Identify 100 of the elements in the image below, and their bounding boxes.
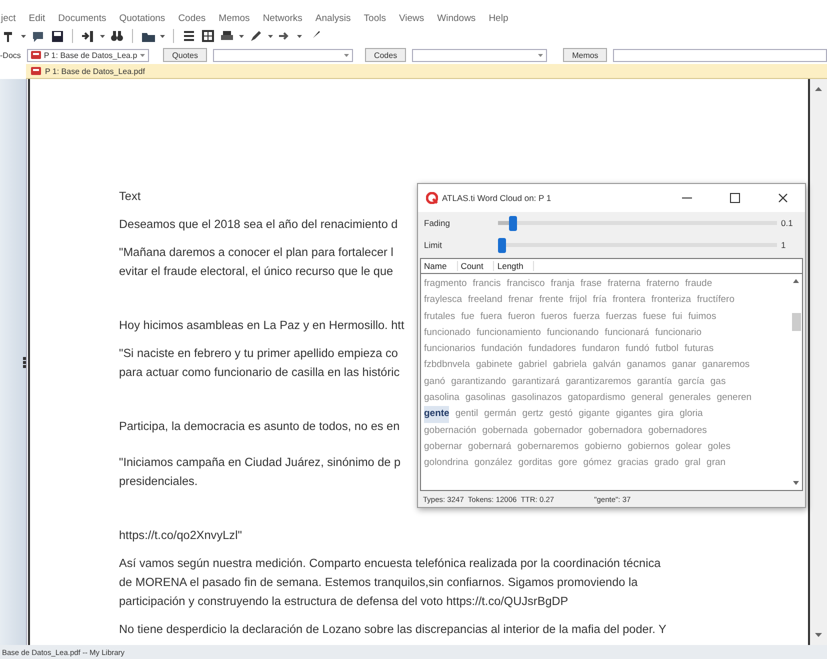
codes-button[interactable]: Codes (364, 48, 406, 62)
word[interactable]: funcionario (655, 324, 702, 342)
word[interactable]: funcionamiento (476, 324, 541, 342)
word[interactable]: gobernada (482, 422, 528, 439)
word[interactable]: fuerza (573, 308, 600, 325)
word[interactable]: gigante (578, 406, 610, 423)
word[interactable]: grado (654, 455, 679, 472)
word[interactable]: fuimos (688, 308, 716, 325)
maximize-icon[interactable] (730, 193, 740, 203)
word[interactable]: funcionado (424, 324, 470, 342)
menu-item[interactable]: Analysis (314, 13, 352, 24)
word[interactable]: fundación (481, 341, 522, 358)
word[interactable]: fue (461, 308, 474, 325)
word[interactable]: ganó (424, 374, 446, 390)
word[interactable]: fundadores (528, 341, 576, 358)
word[interactable]: golondrina (424, 455, 468, 472)
memos-field[interactable] (613, 48, 827, 62)
word[interactable]: fueros (540, 308, 568, 325)
word[interactable]: frijol (569, 292, 587, 309)
word[interactable]: fzbdbnvela (424, 357, 470, 374)
sort-column[interactable]: Length (494, 261, 534, 271)
word[interactable]: gobernación (424, 422, 476, 439)
menu-item[interactable]: Networks (262, 13, 304, 24)
word[interactable]: gobernaremos (517, 438, 579, 456)
word[interactable]: gran (706, 455, 726, 472)
word[interactable]: frase (580, 276, 602, 292)
caret-icon[interactable] (160, 34, 165, 38)
sort-column[interactable]: Name (421, 261, 458, 271)
document-combo[interactable]: P 1: Base de Datos_Lea.p (26, 48, 150, 62)
scroll-up-icon[interactable] (793, 279, 799, 283)
word[interactable]: germán (484, 406, 516, 423)
word[interactable]: gigantes (616, 406, 652, 423)
quotes-button[interactable]: Quotes (163, 48, 207, 62)
word[interactable]: garantizaremos (566, 374, 632, 390)
word[interactable]: gorditas (518, 455, 552, 472)
scroll-down-icon[interactable] (793, 481, 799, 485)
word[interactable]: frontera (612, 292, 646, 309)
word[interactable]: garantizando (451, 374, 506, 390)
word[interactable]: gobierno (584, 438, 622, 456)
word[interactable]: gobernará (468, 438, 512, 456)
word[interactable]: fructífero (697, 292, 734, 309)
menu-item[interactable]: Help (488, 13, 510, 24)
grid-icon[interactable] (201, 29, 215, 43)
word[interactable]: francisco (506, 276, 545, 292)
word[interactable]: gira (658, 406, 674, 423)
word[interactable]: gasolinazos (512, 390, 562, 406)
document-tab[interactable]: P 1: Base de Datos_Lea.pdf (45, 66, 145, 76)
word[interactable]: gloria (680, 406, 703, 423)
word[interactable]: ganamos (626, 357, 666, 374)
word[interactable]: generen (716, 390, 752, 406)
word[interactable]: fuera (480, 308, 502, 325)
word[interactable]: ganar (672, 357, 696, 374)
speech-bubble-icon[interactable] (31, 29, 45, 43)
word[interactable]: gasolinas (465, 390, 506, 406)
menu-item[interactable]: Edit (28, 13, 46, 24)
word[interactable]: fragmento (424, 276, 467, 292)
word[interactable]: gobernadora (588, 422, 642, 439)
menu-item[interactable]: Windows (436, 13, 477, 24)
menu-item[interactable]: ject (0, 13, 17, 24)
slider-thumb[interactable] (508, 216, 517, 230)
save-icon[interactable] (50, 29, 64, 43)
caret-icon[interactable] (297, 34, 302, 38)
word[interactable]: general (631, 390, 663, 406)
slider-thumb[interactable] (498, 238, 506, 252)
binoculars-icon[interactable] (110, 29, 124, 43)
menu-item[interactable]: Memos (218, 13, 251, 24)
word[interactable]: galván (592, 357, 621, 374)
word[interactable]: gobernador (534, 422, 582, 439)
scroll-thumb[interactable] (792, 313, 800, 331)
word[interactable]: fronteriza (651, 292, 691, 309)
word[interactable]: fría (592, 292, 607, 309)
memos-button[interactable]: Memos (563, 48, 608, 62)
word[interactable]: fueron (508, 308, 535, 325)
word[interactable]: gente (424, 406, 450, 423)
word[interactable]: garcía (678, 374, 704, 390)
word[interactable]: frenar (508, 292, 534, 309)
word[interactable]: gobernadores (648, 422, 707, 439)
word[interactable]: gobernar (424, 438, 462, 456)
word[interactable]: gral (684, 455, 701, 472)
word[interactable]: gracias (618, 455, 648, 472)
menu-item[interactable]: Views (398, 13, 426, 24)
menu-item[interactable]: Documents (57, 13, 108, 24)
word[interactable]: gore (558, 455, 578, 472)
word[interactable]: fuerzas (606, 308, 637, 325)
word[interactable]: gobiernos (628, 438, 670, 456)
word[interactable]: gabriel (518, 357, 547, 374)
menu-item[interactable]: Codes (177, 13, 207, 24)
word[interactable]: gestó (549, 406, 573, 423)
word[interactable]: fraterna (608, 276, 640, 292)
word[interactable]: gonzález (474, 455, 512, 472)
word[interactable]: gentil (455, 406, 478, 423)
word[interactable]: funcionarios (424, 341, 476, 358)
word[interactable]: frutales (424, 308, 456, 325)
word[interactable]: gatopardismo (568, 390, 626, 406)
insert-icon[interactable] (81, 29, 95, 43)
word[interactable]: goles (708, 438, 730, 456)
menu-item[interactable]: Tools (362, 13, 387, 24)
close-icon[interactable] (778, 193, 788, 203)
word[interactable]: fraterno (646, 276, 680, 292)
caret-icon[interactable] (21, 34, 26, 38)
